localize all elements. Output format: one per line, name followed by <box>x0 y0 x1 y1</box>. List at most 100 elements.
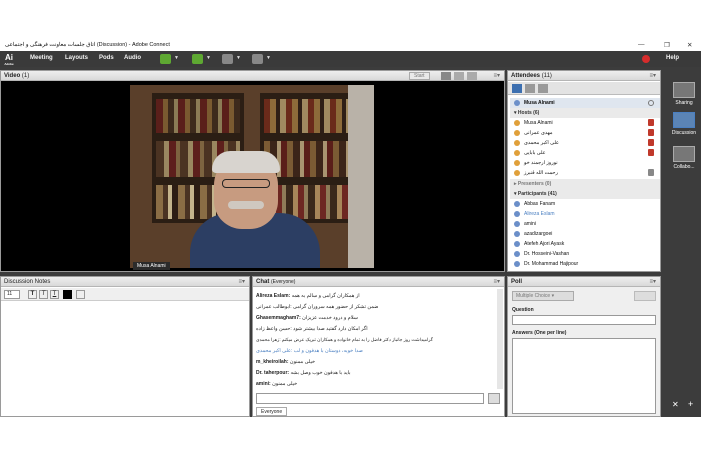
status-icon[interactable] <box>648 100 654 106</box>
layout-settings-icon[interactable]: ✕ <box>672 400 679 409</box>
add-layout-icon[interactable]: + <box>688 399 693 409</box>
underline-icon[interactable]: T <box>50 290 59 299</box>
notes-toolbar: 11 T T T <box>1 288 249 301</box>
participant-row[interactable]: Alireza Eslam <box>510 209 660 219</box>
host-row[interactable]: علی بابایی <box>510 148 660 158</box>
text-color-icon[interactable] <box>63 290 72 299</box>
grid-view-icon[interactable] <box>441 72 451 80</box>
host-icon <box>514 120 520 126</box>
chevron-down-icon[interactable]: ▼ <box>206 55 211 61</box>
host-row[interactable]: نوروز ارجمند خو <box>510 158 660 168</box>
participant-row[interactable]: Atefeh Ajori Ayask <box>510 239 660 249</box>
filmstrip-view-icon[interactable] <box>454 72 464 80</box>
chat-pod-header: Chat (Everyone) ≡▾ <box>253 277 504 287</box>
bold-icon[interactable]: T <box>28 290 37 299</box>
answers-label: Answers (One per line) <box>512 330 567 336</box>
pod-options-icon[interactable]: ≡▾ <box>649 72 656 79</box>
hosts-group-header[interactable]: ▾ Hosts (6) <box>510 108 660 118</box>
list-view-icon[interactable] <box>512 84 522 93</box>
menu-pods[interactable]: Pods <box>99 55 114 61</box>
question-input[interactable] <box>512 315 656 325</box>
bullet-list-icon[interactable] <box>76 290 85 299</box>
host-row[interactable]: مهدی عمرانی <box>510 128 660 138</box>
close-icon[interactable]: ✕ <box>687 41 692 49</box>
chat-message: Alireza Eslam: از همکاران گرامی و سالم ب… <box>256 293 360 299</box>
host-row[interactable]: علی اکبر محمدی <box>510 138 660 148</box>
status-view-icon[interactable] <box>525 84 535 93</box>
chevron-down-icon[interactable]: ▼ <box>174 55 179 61</box>
user-icon <box>514 221 520 227</box>
layout-sharing[interactable]: Sharing <box>670 82 698 106</box>
open-poll-button[interactable] <box>634 291 656 301</box>
host-row[interactable]: Musa Alnami <box>510 118 660 128</box>
raise-hand-icon[interactable] <box>252 54 263 64</box>
microphone-icon <box>648 149 654 156</box>
layout-discussion[interactable]: Discussion <box>670 112 698 136</box>
microphone-icon <box>648 119 654 126</box>
host-icon <box>514 150 520 156</box>
menu-bar: Ai Adobe Meeting Layouts Pods Audio ▼ ▼ ▼… <box>0 51 701 67</box>
menu-layouts[interactable]: Layouts <box>65 55 88 61</box>
pod-options-icon[interactable]: ≡▾ <box>649 278 656 285</box>
pod-options-icon[interactable]: ≡▾ <box>238 278 245 285</box>
host-row[interactable]: رحمت الله قنبرز <box>510 168 660 178</box>
italic-icon[interactable]: T <box>39 290 48 299</box>
webcam-icon[interactable] <box>222 54 233 64</box>
current-user-row[interactable]: Musa Alnami <box>510 98 660 108</box>
font-size-select[interactable]: 11 <box>4 290 20 299</box>
chat-tab-everyone[interactable]: Everyone <box>256 407 288 416</box>
chat-pod-title: Chat (Everyone) <box>256 279 296 285</box>
video-pod-header: Video (1) Start ≡▾ <box>1 71 504 81</box>
user-icon <box>514 100 520 106</box>
participants-group-header[interactable]: ▾ Participants (41) <box>510 189 660 199</box>
user-icon <box>514 251 520 257</box>
chat-message: ضمن تشکر از حضور همه سروران گرامی :ابوطا… <box>256 304 379 310</box>
participant-row[interactable]: Abbas Fanam <box>510 199 660 209</box>
layout-thumbnail <box>673 82 695 98</box>
speaker-icon[interactable] <box>160 54 171 64</box>
microphone-icon <box>648 139 654 146</box>
host-icon <box>514 130 520 136</box>
webcam-feed <box>130 85 374 268</box>
host-icon <box>514 160 520 166</box>
participant-row[interactable]: Dr. Mohammad Hajipour <box>510 259 660 269</box>
layout-thumbnail <box>673 112 695 128</box>
window-title: اتاق جلسات معاونت فرهنگی و اجتماعی (Disc… <box>5 42 170 48</box>
answers-textarea[interactable] <box>512 338 656 414</box>
pod-options-icon[interactable]: ≡▾ <box>493 72 500 79</box>
recording-indicator-icon[interactable] <box>642 55 650 63</box>
breakout-view-icon[interactable] <box>538 84 548 93</box>
poll-type-select[interactable]: Multiple Choice ▾ <box>512 291 574 301</box>
notes-pod-header: Discussion Notes ≡▾ <box>1 277 249 287</box>
chevron-down-icon[interactable]: ▼ <box>236 55 241 61</box>
chevron-down-icon[interactable]: ▼ <box>266 55 271 61</box>
chat-scrollbar[interactable] <box>497 289 503 389</box>
poll-pod: Poll ≡▾ Multiple Choice ▾ Question Answe… <box>507 276 661 417</box>
user-icon <box>514 241 520 247</box>
chat-message: Ghasemmagham7: سلام و درود خدمت عزیزان <box>256 315 358 321</box>
participant-row[interactable]: amini <box>510 219 660 229</box>
menu-audio[interactable]: Audio <box>124 55 141 61</box>
user-icon <box>514 201 520 207</box>
user-icon <box>514 261 520 267</box>
layout-collaboration[interactable]: Collabo... <box>670 146 698 170</box>
attendees-toolbar <box>508 82 660 95</box>
maximize-icon[interactable]: ❐ <box>664 41 670 49</box>
attendees-pod-title: Attendees (11) <box>511 73 552 79</box>
minimize-icon[interactable]: — <box>638 41 645 48</box>
menu-meeting[interactable]: Meeting <box>30 55 53 61</box>
send-message-icon[interactable] <box>488 393 500 404</box>
participant-row[interactable]: Dr. Hosseini-Vashan <box>510 249 660 259</box>
help-menu[interactable]: Help <box>666 55 679 61</box>
participant-row[interactable]: azadizargoei <box>510 229 660 239</box>
attendees-pod-header: Attendees (11) ≡▾ <box>508 71 660 81</box>
start-webcam-button[interactable]: Start <box>409 72 430 80</box>
chat-message: m_kheiroilah: خیلی ممنون <box>256 359 316 365</box>
chat-message-input[interactable] <box>256 393 484 404</box>
pod-options-icon[interactable]: ≡▾ <box>493 278 500 285</box>
presenters-group-header[interactable]: ▸ Presenters (0) <box>510 179 660 189</box>
chat-message: صدا خوبه، دوستان با هدفون و لب :علی اکبر… <box>256 348 363 354</box>
chat-message: اگر امکان دارد گفتید صدا بیشتر شود :حسن … <box>256 326 368 332</box>
microphone-icon[interactable] <box>192 54 203 64</box>
fullscreen-icon[interactable] <box>467 72 477 80</box>
